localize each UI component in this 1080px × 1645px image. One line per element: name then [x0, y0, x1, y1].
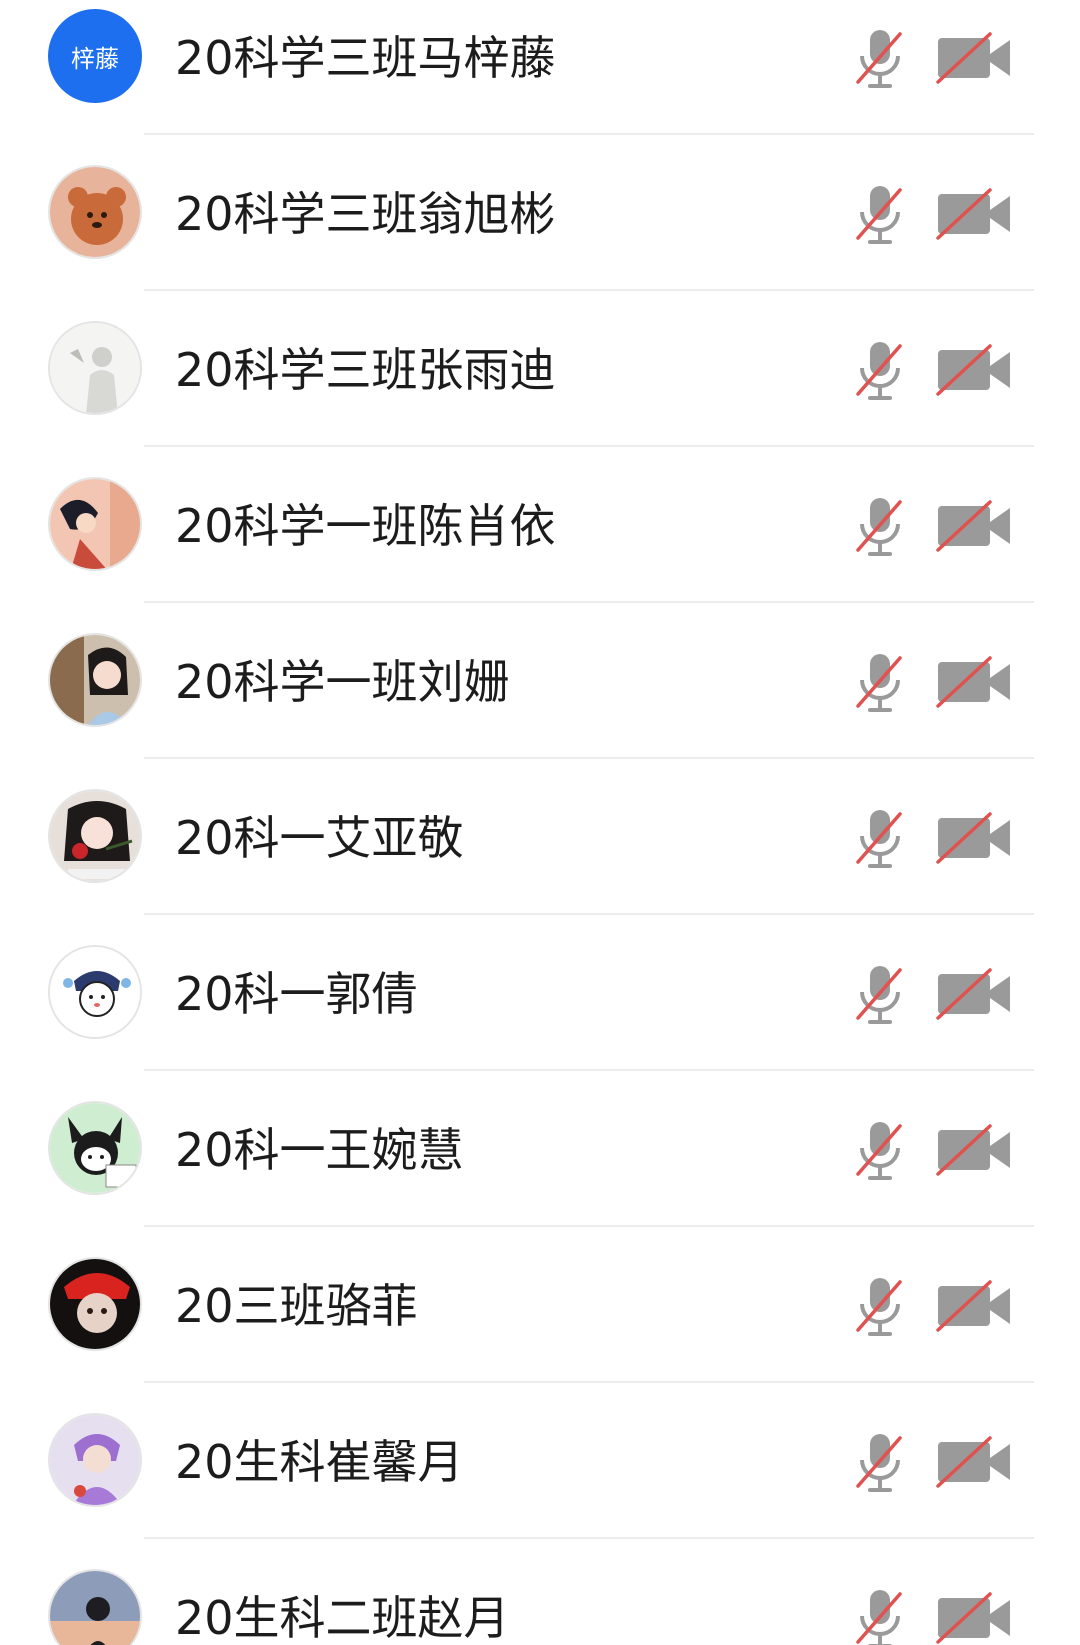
- avatar[interactable]: [48, 945, 142, 1039]
- camera-off-icon[interactable]: [936, 968, 1012, 1020]
- mic-off-icon[interactable]: [854, 1432, 906, 1496]
- participant-list: 梓藤 20科学三班马梓藤 20科学三班翁旭彬 20科学三班张雨迪 20科学一班陈…: [0, 0, 1080, 1645]
- mic-off-icon[interactable]: [854, 1120, 906, 1184]
- avatar[interactable]: 梓藤: [48, 9, 142, 103]
- participant-name: 20科一王婉慧: [175, 1123, 464, 1177]
- participant-name: 20科学三班马梓藤: [175, 31, 556, 85]
- avatar-initials: 梓藤: [71, 44, 119, 73]
- camera-off-icon[interactable]: [936, 656, 1012, 708]
- mic-off-icon[interactable]: [854, 1588, 906, 1645]
- participant-name: 20生科崔馨月: [175, 1435, 464, 1489]
- avatar[interactable]: [48, 789, 142, 883]
- camera-off-icon[interactable]: [936, 812, 1012, 864]
- participant-name: 20三班骆菲: [175, 1279, 418, 1333]
- participant-row[interactable]: 20生科二班赵月: [0, 1560, 1080, 1645]
- camera-off-icon[interactable]: [936, 32, 1012, 84]
- camera-off-icon[interactable]: [936, 1436, 1012, 1488]
- avatar[interactable]: [48, 633, 142, 727]
- camera-off-icon[interactable]: [936, 188, 1012, 240]
- participant-row[interactable]: 20科学一班刘姗: [0, 624, 1080, 780]
- mic-off-icon[interactable]: [854, 496, 906, 560]
- row-divider: [144, 289, 1034, 291]
- row-divider: [144, 1381, 1034, 1383]
- camera-off-icon[interactable]: [936, 344, 1012, 396]
- camera-off-icon[interactable]: [936, 1280, 1012, 1332]
- avatar[interactable]: [48, 1413, 142, 1507]
- row-divider: [144, 133, 1034, 135]
- avatar[interactable]: [48, 165, 142, 259]
- row-divider: [144, 1069, 1034, 1071]
- mic-off-icon[interactable]: [854, 340, 906, 404]
- mic-off-icon[interactable]: [854, 808, 906, 872]
- participant-name: 20科学三班翁旭彬: [175, 187, 556, 241]
- row-divider: [144, 757, 1034, 759]
- participant-row[interactable]: 20科学三班翁旭彬: [0, 156, 1080, 312]
- participant-name: 20科学一班刘姗: [175, 655, 510, 709]
- row-divider: [144, 913, 1034, 915]
- mic-off-icon[interactable]: [854, 652, 906, 716]
- row-divider: [144, 445, 1034, 447]
- participant-name: 20科学三班张雨迪: [175, 343, 556, 397]
- participant-row[interactable]: 梓藤 20科学三班马梓藤: [0, 0, 1080, 156]
- participant-row[interactable]: 20科一王婉慧: [0, 1092, 1080, 1248]
- avatar[interactable]: [48, 321, 142, 415]
- camera-off-icon[interactable]: [936, 500, 1012, 552]
- participant-name: 20科一艾亚敬: [175, 811, 464, 865]
- participant-row[interactable]: 20生科崔馨月: [0, 1404, 1080, 1560]
- avatar[interactable]: [48, 477, 142, 571]
- row-divider: [144, 601, 1034, 603]
- participant-name: 20科学一班陈肖依: [175, 499, 556, 553]
- participant-name: 20生科二班赵月: [175, 1591, 510, 1645]
- avatar[interactable]: [48, 1569, 142, 1645]
- participant-row[interactable]: 20科学一班陈肖依: [0, 468, 1080, 624]
- mic-off-icon[interactable]: [854, 964, 906, 1028]
- row-divider: [144, 1537, 1034, 1539]
- row-divider: [144, 1225, 1034, 1227]
- mic-off-icon[interactable]: [854, 184, 906, 248]
- avatar[interactable]: [48, 1257, 142, 1351]
- participant-row[interactable]: 20科学三班张雨迪: [0, 312, 1080, 468]
- mic-off-icon[interactable]: [854, 28, 906, 92]
- camera-off-icon[interactable]: [936, 1124, 1012, 1176]
- avatar[interactable]: [48, 1101, 142, 1195]
- participant-row[interactable]: 20科一郭倩: [0, 936, 1080, 1092]
- participant-row[interactable]: 20科一艾亚敬: [0, 780, 1080, 936]
- mic-off-icon[interactable]: [854, 1276, 906, 1340]
- participant-row[interactable]: 20三班骆菲: [0, 1248, 1080, 1404]
- camera-off-icon[interactable]: [936, 1592, 1012, 1644]
- participant-name: 20科一郭倩: [175, 967, 418, 1021]
